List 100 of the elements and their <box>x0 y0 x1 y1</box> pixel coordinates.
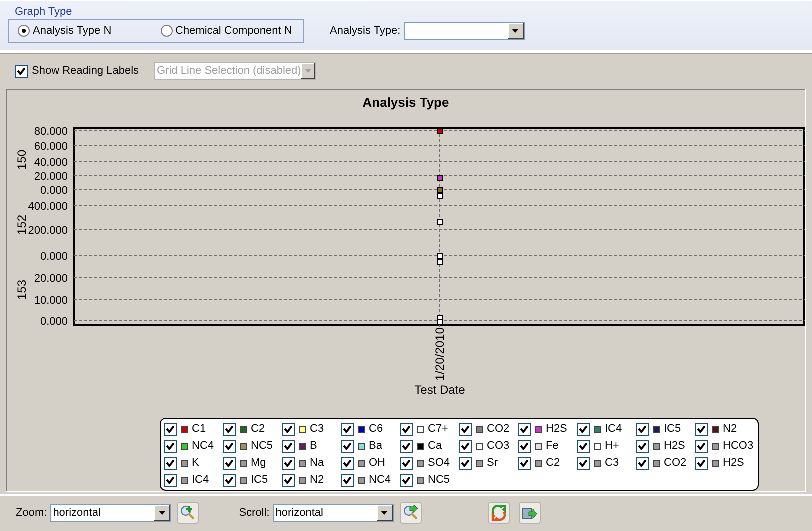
legend-label: HCO3 <box>723 440 754 452</box>
dropdown-arrow-icon <box>512 29 520 33</box>
legend-checkbox[interactable] <box>282 440 295 453</box>
legend-label: H2S <box>664 440 686 452</box>
legend-label: IC5 <box>251 474 268 486</box>
scroll-button[interactable] <box>400 502 422 524</box>
legend-label: CO2 <box>664 457 687 470</box>
legend-checkbox[interactable] <box>518 456 531 470</box>
legend-checkbox[interactable] <box>577 422 590 436</box>
legend-checkbox[interactable] <box>341 440 354 453</box>
legend-label: H2S <box>546 423 568 436</box>
y-tick-label: 10.000 <box>34 294 68 307</box>
dropdown-arrow-icon <box>381 511 388 516</box>
legend-checkbox[interactable] <box>577 440 590 453</box>
chart-title: Analysis Type <box>362 94 450 110</box>
legend-checkbox[interactable] <box>636 456 649 470</box>
radio-option[interactable]: Chemical Component N <box>160 25 303 37</box>
radio-button[interactable] <box>18 25 30 37</box>
legend-label: C1 <box>192 423 206 436</box>
legend-label: Na <box>310 457 324 470</box>
legend-checkbox[interactable] <box>164 440 177 453</box>
legend-label: Ba <box>369 440 382 452</box>
show-reading-labels-checkbox[interactable]: Show Reading Labels <box>15 64 154 78</box>
y-tick-label: 0.000 <box>40 316 68 328</box>
legend-label: NC4 <box>369 474 392 486</box>
legend-checkbox[interactable] <box>459 456 472 470</box>
legend-label: H2S <box>723 457 744 470</box>
legend-checkbox[interactable] <box>518 422 531 436</box>
legend-checkbox[interactable] <box>282 474 295 487</box>
legend-label: K <box>192 457 200 470</box>
magnifier-plus-icon <box>180 505 196 522</box>
legend-checkbox[interactable] <box>577 456 590 470</box>
refresh-button[interactable] <box>488 502 510 524</box>
legend-label: C7+ <box>428 423 448 436</box>
legend-label: C2 <box>546 457 560 470</box>
magnifier-arrow-icon <box>402 505 419 522</box>
legend-label: IC4 <box>605 423 622 436</box>
x-tick-label: 1/20/2010 <box>433 327 447 381</box>
legend-label: C6 <box>369 423 384 436</box>
legend-label: NC5 <box>428 474 450 486</box>
dropdown-arrow-icon <box>304 69 312 74</box>
legend-checkbox[interactable] <box>223 456 236 470</box>
legend-checkbox[interactable] <box>636 422 649 436</box>
zoom-button[interactable] <box>177 502 200 524</box>
scroll-dropdown[interactable]: horizontal <box>272 504 394 522</box>
legend-checkbox[interactable] <box>459 440 472 453</box>
legend-checkbox[interactable] <box>223 440 236 453</box>
legend-checkbox[interactable] <box>164 422 177 436</box>
legend-checkbox[interactable] <box>282 422 295 436</box>
legend-label: C3 <box>605 457 620 470</box>
legend-checkbox[interactable] <box>341 474 354 487</box>
field-label: Analysis Type: <box>330 25 401 37</box>
y-tick-label: 20.000 <box>34 272 68 285</box>
legend-label: NC4 <box>192 440 214 452</box>
legend-checkbox[interactable] <box>223 422 236 436</box>
legend-checkbox[interactable] <box>400 440 413 453</box>
dropdown-arrow-icon <box>158 511 166 516</box>
legend-checkbox[interactable] <box>400 456 413 470</box>
legend-checkbox[interactable] <box>695 440 708 453</box>
y-tick-label: 0.000 <box>40 250 68 263</box>
legend-label: H+ <box>605 440 620 452</box>
x-axis-title: Test Date <box>414 382 466 397</box>
legend-checkbox[interactable] <box>400 474 413 487</box>
y-tick-label: 0.000 <box>40 184 68 197</box>
legend-checkbox[interactable] <box>518 440 531 453</box>
y-tick-label: 60.000 <box>34 140 68 153</box>
analysis-type-dropdown[interactable] <box>404 22 525 40</box>
legend-checkbox[interactable] <box>282 456 295 470</box>
checkbox[interactable] <box>15 64 28 78</box>
zoom-dropdown[interactable]: horizontal <box>50 504 172 522</box>
legend-label: Ca <box>428 440 442 452</box>
legend-checkbox[interactable] <box>341 456 354 470</box>
legend-label: CO3 <box>487 440 510 452</box>
legend-label: Fe <box>546 440 559 452</box>
group-title: Graph Type <box>14 5 74 19</box>
y-tick-label: 80.000 <box>34 126 68 138</box>
legend-label: OH <box>369 457 386 470</box>
legend-checkbox[interactable] <box>341 422 354 436</box>
legend-label: NC5 <box>251 440 274 452</box>
legend-checkbox[interactable] <box>695 422 708 436</box>
legend-checkbox[interactable] <box>695 456 708 470</box>
scroll-label: Scroll: <box>239 507 270 520</box>
zoom-label: Zoom: <box>16 507 48 520</box>
y-tick-label: 40.000 <box>34 156 68 169</box>
legend-label: C3 <box>310 423 324 436</box>
legend-checkbox[interactable] <box>636 440 649 453</box>
legend-checkbox[interactable] <box>223 474 236 487</box>
legend-label: Mg <box>251 457 266 470</box>
legend-checkbox[interactable] <box>164 474 177 487</box>
legend-checkbox[interactable] <box>459 422 472 436</box>
legend-checkbox[interactable] <box>164 456 177 470</box>
export-button[interactable] <box>518 502 541 524</box>
radio-option[interactable]: Analysis Type N <box>18 25 160 37</box>
y-tick-label: 400.000 <box>28 200 68 213</box>
legend-checkbox[interactable] <box>400 422 413 436</box>
radio-button[interactable] <box>160 25 172 37</box>
legend-label: CO2 <box>487 423 510 436</box>
legend-label: IC4 <box>192 474 210 486</box>
legend-label: N2 <box>310 474 324 486</box>
y-tick-label: 200.000 <box>28 224 68 237</box>
